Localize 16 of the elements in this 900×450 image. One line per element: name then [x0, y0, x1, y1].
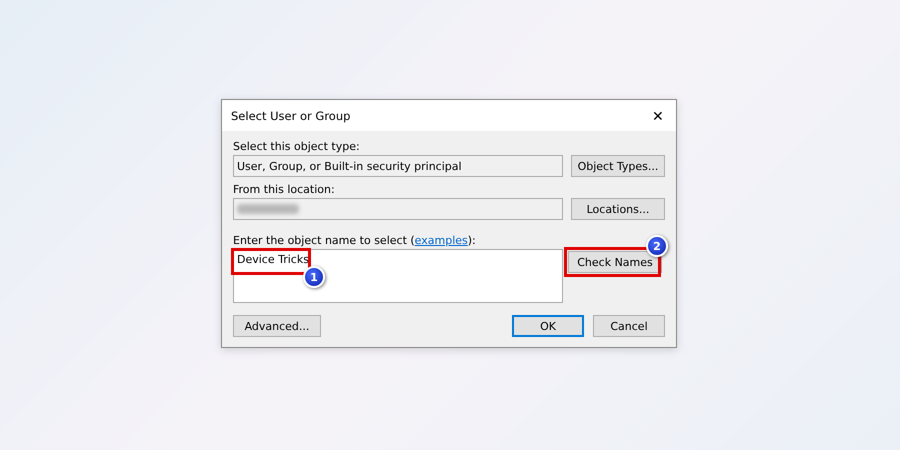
- check-names-button[interactable]: Check Names: [568, 251, 662, 273]
- object-type-field: User, Group, or Built-in security principal: [233, 155, 563, 177]
- close-button[interactable]: ✕: [640, 102, 676, 130]
- callout-number: 2: [646, 235, 668, 257]
- dialog-button[interactable]: Cancel: [593, 315, 665, 337]
- field-label: Enter the object name to select (examples):: [233, 234, 476, 247]
- window-title: Select User or Group: [231, 108, 350, 122]
- locations-button[interactable]: Locations...: [571, 198, 665, 220]
- field-label: Select this object type:: [233, 140, 360, 153]
- examples-link[interactable]: examples: [414, 234, 468, 247]
- dialog-button[interactable]: OK: [512, 315, 584, 337]
- dialog-button[interactable]: Advanced...: [233, 315, 321, 337]
- field-label: From this location:: [233, 183, 335, 196]
- object-types-button[interactable]: Object Types...: [571, 155, 665, 177]
- callout-number: 1: [303, 266, 325, 288]
- object-name-field[interactable]: Device Tricks 1: [233, 249, 563, 303]
